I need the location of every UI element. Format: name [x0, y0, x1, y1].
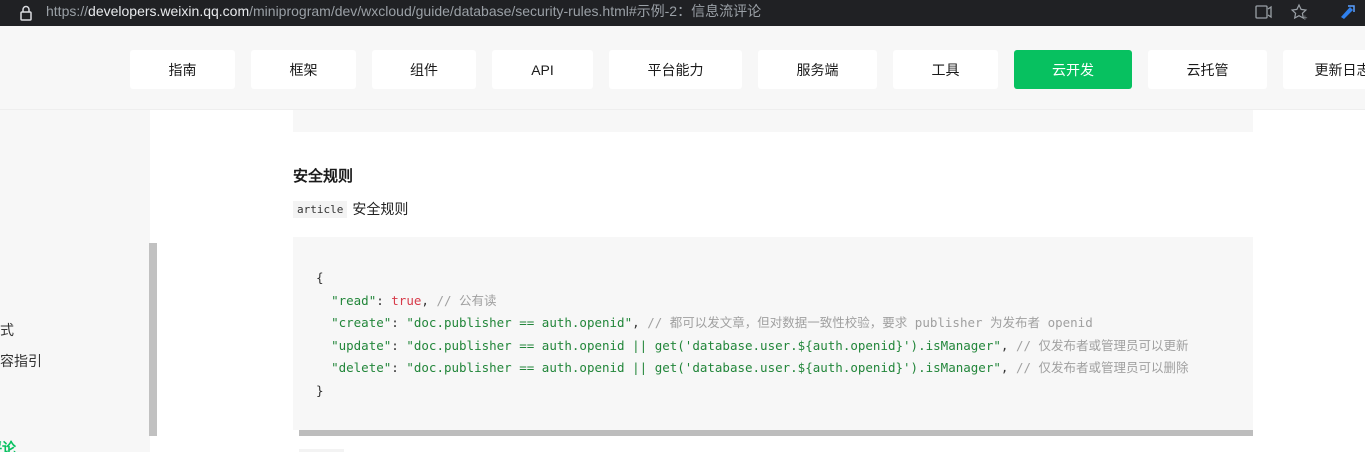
url-field[interactable]: https://developers.weixin.qq.com/minipro…: [46, 0, 761, 26]
code-value: "doc.publisher == auth.openid || get('da…: [406, 360, 1001, 375]
code-content: { "read": true, // 公有读 "create": "doc.pu…: [316, 270, 1189, 398]
lock-icon: [20, 5, 32, 21]
inline-code: article: [293, 200, 348, 218]
sidebar: 能 语 现 模式 兼容指引 流评论: [0, 110, 150, 452]
nav-server[interactable]: 服务端: [758, 50, 877, 89]
code-key: "update": [331, 337, 392, 353]
code-block: { "read": true, // 公有读 "create": "doc.pu…: [293, 237, 1253, 430]
code-value: true: [391, 292, 422, 308]
code-comment: // 仅发布者或管理员可以更新: [1015, 337, 1189, 353]
sidebar-item[interactable]: 兼容指引: [0, 351, 42, 371]
nav-platform[interactable]: 平台能力: [609, 50, 742, 89]
top-navigation: 指南 框架 组件 API 平台能力 服务端 工具 云开发 云托管 更新日志: [0, 26, 1365, 110]
code-key: "delete": [331, 360, 392, 375]
code-comment: // 仅发布者或管理员可以删除: [1015, 360, 1189, 375]
sidebar-scrollbar[interactable]: [149, 243, 157, 436]
nav-guide[interactable]: 指南: [130, 50, 235, 89]
nav-cloud-hosting[interactable]: 云托管: [1148, 50, 1267, 89]
browser-address-bar: https://developers.weixin.qq.com/minipro…: [0, 0, 1365, 26]
favorite-star-icon[interactable]: +: [1290, 3, 1308, 21]
description-text: 安全规则: [352, 201, 409, 217]
url-path: /miniprogram/dev/wxcloud/guide/database/…: [249, 3, 762, 19]
extension-arrow-icon[interactable]: [1338, 3, 1356, 21]
code-open-brace: {: [316, 270, 324, 285]
previous-code-block: [293, 110, 1253, 132]
sidebar-item-active[interactable]: 流评论: [0, 438, 16, 452]
code-value: "doc.publisher == auth.openid": [406, 315, 633, 330]
reader-mode-icon[interactable]: [1254, 3, 1272, 21]
code-comment: // 公有读: [436, 292, 497, 308]
code-key: "create": [331, 315, 392, 330]
section-heading: 安全规则: [293, 168, 354, 185]
nav-components[interactable]: 组件: [372, 50, 476, 89]
url-host: developers.weixin.qq.com: [88, 3, 250, 19]
code-value: "doc.publisher == auth.openid || get('da…: [406, 337, 1001, 353]
sidebar-item[interactable]: 模式: [0, 320, 14, 340]
section-description: article 安全规则: [293, 199, 408, 219]
code-key: "read": [331, 292, 377, 308]
code-close-brace: }: [316, 382, 324, 398]
nav-changelog[interactable]: 更新日志: [1283, 50, 1365, 89]
nav-api[interactable]: API: [492, 50, 593, 89]
svg-text:+: +: [1302, 14, 1308, 21]
code-comment: // 都可以发文章，但对数据一致性校验，要求 publisher 为发布者 op…: [647, 315, 1093, 330]
url-prefix: https://: [46, 3, 89, 19]
nav-tools[interactable]: 工具: [893, 50, 998, 89]
nav-cloud-dev[interactable]: 云开发: [1014, 50, 1132, 89]
code-horizontal-scrollbar[interactable]: [299, 430, 1253, 436]
nav-framework[interactable]: 框架: [251, 50, 356, 89]
